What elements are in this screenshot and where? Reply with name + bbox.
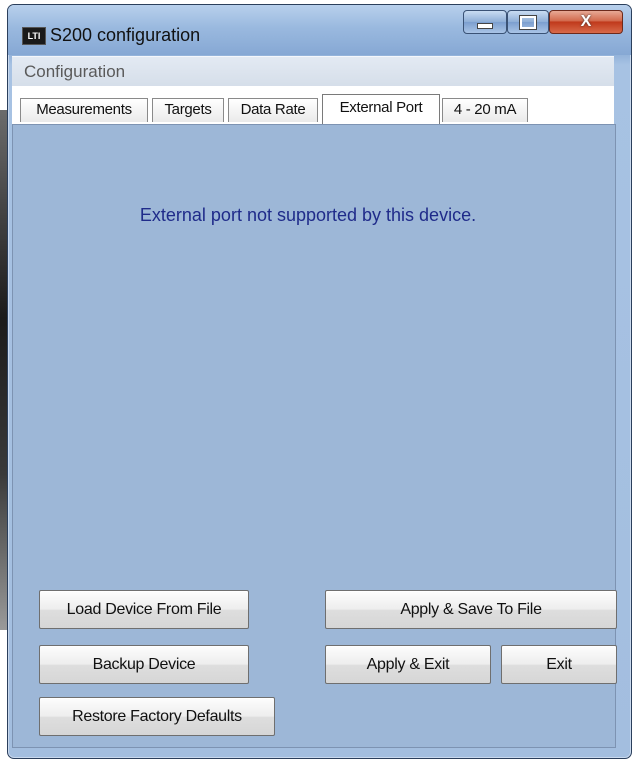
- tab-strip: Measurements Targets Data Rate External …: [12, 86, 614, 124]
- tab-measurements[interactable]: Measurements: [20, 98, 148, 122]
- restore-defaults-button[interactable]: Restore Factory Defaults: [39, 697, 275, 736]
- minimize-icon: [477, 23, 493, 29]
- tab-external-port[interactable]: External Port: [322, 94, 440, 124]
- close-button[interactable]: X: [549, 10, 623, 34]
- window-title: S200 configuration: [50, 25, 201, 45]
- close-icon: X: [580, 13, 592, 30]
- backup-device-button[interactable]: Backup Device: [39, 645, 249, 684]
- app-logo-icon: LTI: [22, 27, 46, 45]
- apply-exit-button[interactable]: Apply & Exit: [325, 645, 491, 684]
- maximize-icon: [519, 15, 537, 30]
- tab-content-panel: External port not supported by this devi…: [12, 124, 617, 748]
- tab-data-rate[interactable]: Data Rate: [228, 98, 318, 122]
- apply-save-button[interactable]: Apply & Save To File: [325, 590, 617, 629]
- tab-targets[interactable]: Targets: [152, 98, 224, 122]
- menu-configuration[interactable]: Configuration: [24, 62, 125, 82]
- tab-4-20-ma[interactable]: 4 - 20 mA: [442, 98, 528, 122]
- maximize-button[interactable]: [507, 10, 549, 34]
- unsupported-message: External port not supported by this devi…: [139, 205, 477, 225]
- exit-button[interactable]: Exit: [501, 645, 617, 684]
- menu-bar: Configuration: [12, 56, 614, 87]
- load-device-button[interactable]: Load Device From File: [39, 590, 249, 629]
- title-bar[interactable]: LTI S200 configuration X: [8, 5, 631, 55]
- minimize-button[interactable]: [463, 10, 507, 34]
